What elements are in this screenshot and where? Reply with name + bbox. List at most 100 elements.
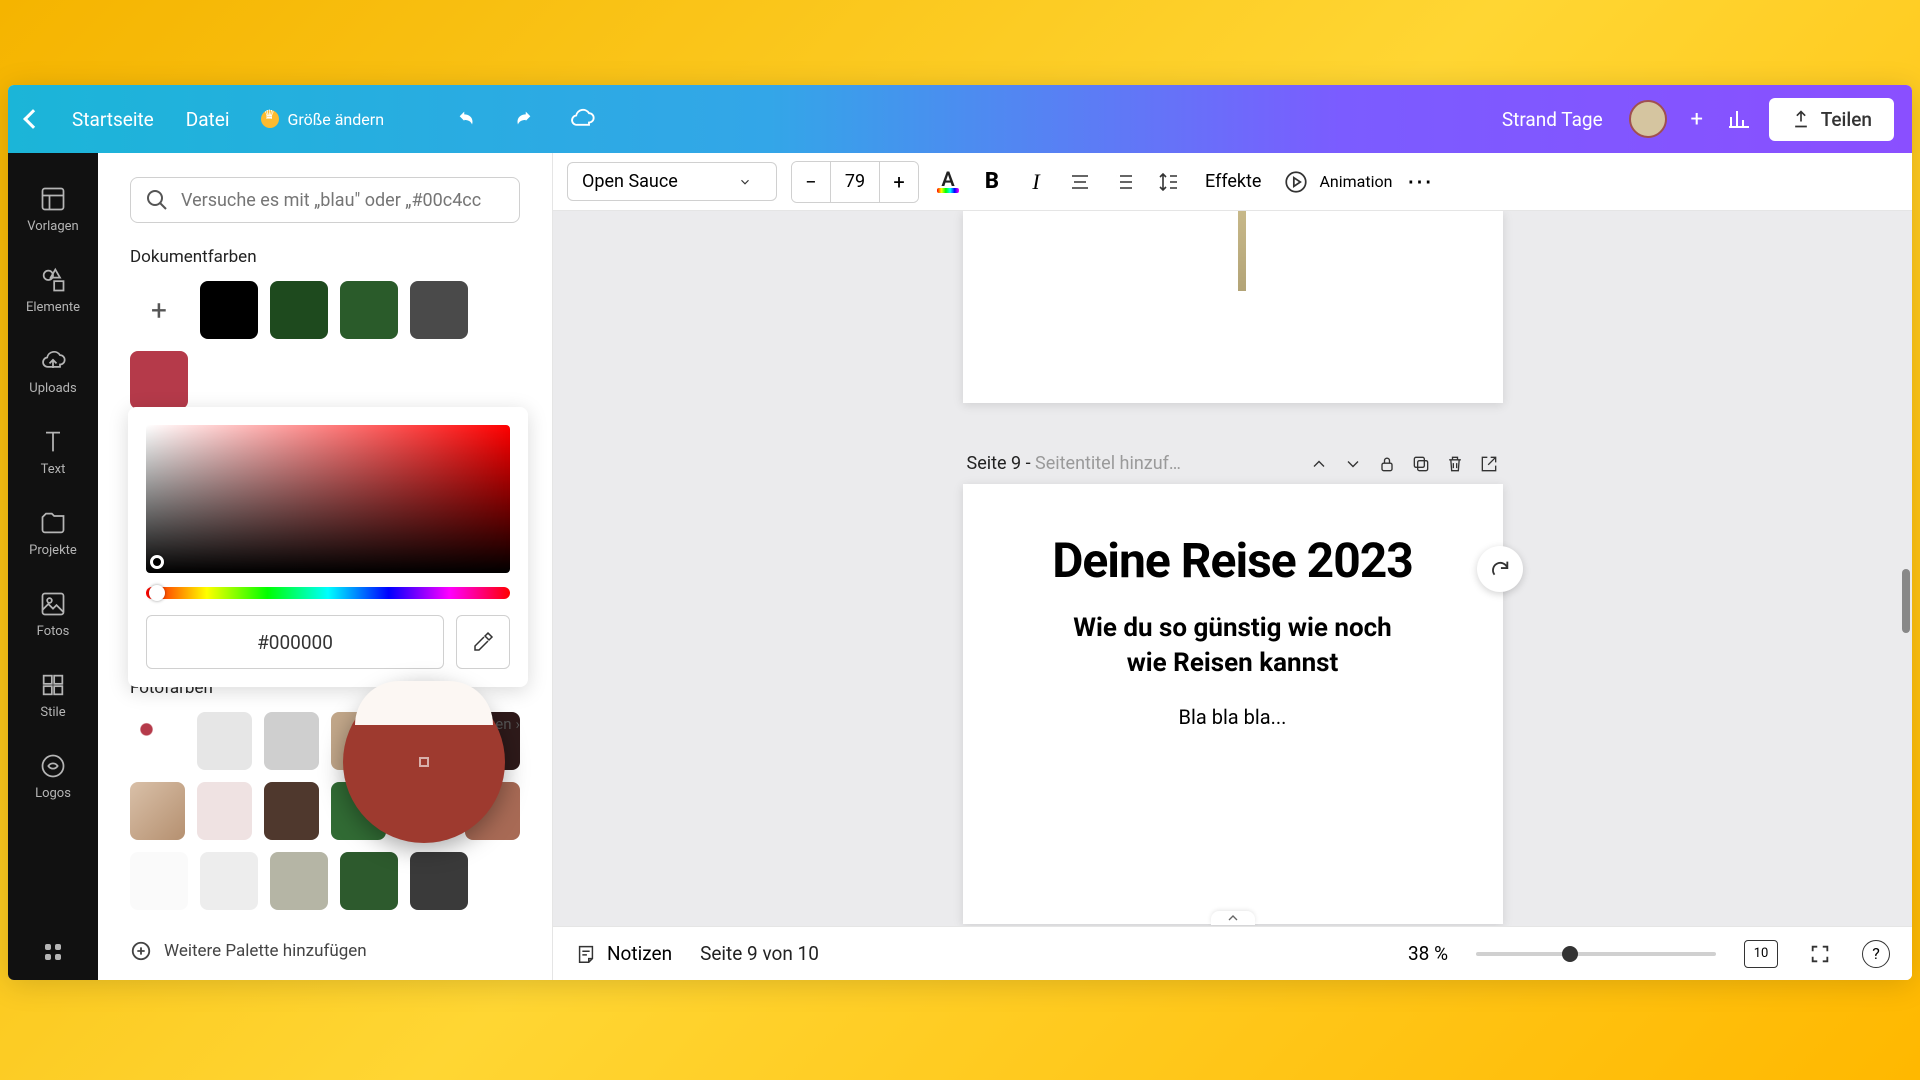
- photo-color-swatch[interactable]: [410, 852, 468, 910]
- fullscreen-button[interactable]: [1806, 940, 1834, 968]
- redo-icon[interactable]: [512, 108, 534, 130]
- hue-slider[interactable]: [146, 587, 510, 599]
- rail-styles[interactable]: Stile: [8, 657, 98, 738]
- popout-icon[interactable]: [1479, 454, 1499, 474]
- font-size-value[interactable]: 79: [830, 162, 880, 202]
- bottom-bar: Notizen Seite 9 von 10 38 % 10 ?: [553, 926, 1912, 980]
- file-menu[interactable]: Datei: [186, 108, 230, 131]
- flower-stem: [1238, 211, 1246, 291]
- project-name[interactable]: Strand Tage: [1502, 108, 1603, 131]
- more-button[interactable]: ⋯: [1406, 167, 1434, 197]
- page-subheading[interactable]: Wie du so günstig wie nochwie Reisen kan…: [1003, 611, 1463, 681]
- photo-color-swatch[interactable]: [264, 712, 319, 770]
- previous-page-preview[interactable]: [963, 211, 1503, 403]
- rail-more[interactable]: [8, 924, 98, 980]
- rail-uploads[interactable]: Uploads: [8, 333, 98, 414]
- hex-input[interactable]: [146, 615, 444, 669]
- doc-color-swatch[interactable]: [130, 351, 188, 409]
- share-button[interactable]: Teilen: [1769, 98, 1894, 141]
- font-color-button[interactable]: A: [933, 167, 963, 197]
- saturation-value-field[interactable]: [146, 425, 510, 573]
- text-toolbar: Open Sauce − 79 + A B I Effekte: [553, 153, 1912, 211]
- cloud-sync-icon[interactable]: [568, 105, 596, 133]
- doc-colors-label: Dokumentfarben: [130, 247, 520, 267]
- font-name: Open Sauce: [582, 171, 678, 192]
- page-canvas[interactable]: Deine Reise 2023 Wie du so günstig wie n…: [963, 484, 1503, 924]
- align-button[interactable]: [1065, 167, 1095, 197]
- photo-color-swatch[interactable]: [197, 712, 252, 770]
- bold-button[interactable]: B: [977, 167, 1007, 197]
- rail-elements[interactable]: Elemente: [8, 252, 98, 333]
- expand-down-icon[interactable]: [1343, 454, 1363, 474]
- doc-color-swatch[interactable]: [410, 281, 468, 339]
- refresh-badge[interactable]: [1477, 546, 1523, 592]
- zoom-slider[interactable]: [1476, 952, 1716, 956]
- rail-text[interactable]: Text: [8, 414, 98, 495]
- add-color-swatch[interactable]: +: [130, 281, 188, 339]
- rail-projects[interactable]: Projekte: [8, 495, 98, 576]
- photo-thumb[interactable]: [130, 712, 185, 770]
- doc-color-swatch[interactable]: [270, 281, 328, 339]
- color-search-input[interactable]: [181, 190, 505, 211]
- scroll-handle[interactable]: [1902, 569, 1910, 633]
- doc-color-swatch[interactable]: [340, 281, 398, 339]
- page-body-text[interactable]: Bla bla bla...: [1003, 705, 1463, 729]
- back-icon[interactable]: [23, 109, 43, 129]
- rail-logos-label: Logos: [35, 786, 71, 801]
- italic-button[interactable]: I: [1021, 167, 1051, 197]
- rail-logos[interactable]: Logos: [8, 738, 98, 819]
- list-button[interactable]: [1109, 167, 1139, 197]
- rail-photos[interactable]: Fotos: [8, 576, 98, 657]
- share-label: Teilen: [1821, 108, 1872, 131]
- font-select[interactable]: Open Sauce: [567, 162, 777, 201]
- page-counter[interactable]: Seite 9 von 10: [700, 942, 819, 965]
- lock-icon[interactable]: [1377, 454, 1397, 474]
- canvas-viewport[interactable]: Seite 9 - Seitentitel hinzuf… Deine Reis…: [553, 211, 1912, 926]
- font-size-decrease[interactable]: −: [792, 162, 830, 202]
- color-search[interactable]: [130, 177, 520, 223]
- effects-button[interactable]: Effekte: [1197, 171, 1269, 192]
- add-palette-button[interactable]: Weitere Palette hinzufügen: [130, 922, 520, 980]
- zoom-percent[interactable]: 38 %: [1408, 942, 1448, 965]
- eyedropper-magnifier[interactable]: [343, 681, 505, 843]
- animation-icon: [1283, 169, 1309, 195]
- doc-colors-row: +: [130, 281, 520, 409]
- spacing-button[interactable]: [1153, 167, 1183, 197]
- duplicate-icon[interactable]: [1411, 454, 1431, 474]
- photo-color-swatch[interactable]: [197, 782, 252, 840]
- delete-icon[interactable]: [1445, 454, 1465, 474]
- photo-color-swatch[interactable]: [200, 852, 258, 910]
- doc-color-swatch[interactable]: [200, 281, 258, 339]
- animation-button[interactable]: Animation: [1283, 169, 1392, 195]
- home-link[interactable]: Startseite: [72, 108, 154, 131]
- font-size-increase[interactable]: +: [880, 162, 918, 202]
- animation-label: Animation: [1319, 172, 1392, 191]
- photo-color-swatch[interactable]: [340, 852, 398, 910]
- collapse-up-icon[interactable]: [1309, 454, 1329, 474]
- add-member-button[interactable]: +: [1685, 107, 1709, 131]
- undo-icon[interactable]: [456, 108, 478, 130]
- page-expand-handle[interactable]: [1211, 911, 1255, 925]
- eyedropper-button[interactable]: [456, 615, 510, 669]
- canvas-area: Open Sauce − 79 + A B I Effekte: [553, 153, 1912, 980]
- resize-button[interactable]: Größe ändern: [261, 110, 384, 129]
- avatar[interactable]: [1629, 100, 1667, 138]
- rail-templates[interactable]: Vorlagen: [8, 171, 98, 252]
- rail-projects-label: Projekte: [29, 543, 77, 558]
- sv-handle[interactable]: [150, 555, 164, 569]
- search-icon: [145, 188, 169, 212]
- page-heading[interactable]: Deine Reise 2023: [1003, 532, 1463, 589]
- insights-icon[interactable]: [1727, 107, 1751, 131]
- grid-view-button[interactable]: 10: [1744, 940, 1778, 968]
- hue-handle[interactable]: [149, 585, 165, 601]
- help-button[interactable]: ?: [1862, 940, 1890, 968]
- page-title-placeholder[interactable]: Seitentitel hinzuf…: [1035, 453, 1181, 474]
- zoom-thumb[interactable]: [1562, 946, 1578, 962]
- font-size-group: − 79 +: [791, 161, 919, 203]
- notes-button[interactable]: Notizen: [575, 942, 672, 965]
- photo-color-swatch[interactable]: [264, 782, 319, 840]
- photo-thumb[interactable]: [130, 852, 188, 910]
- photo-thumb[interactable]: [130, 782, 185, 840]
- rail-templates-label: Vorlagen: [27, 219, 78, 234]
- photo-color-swatch[interactable]: [270, 852, 328, 910]
